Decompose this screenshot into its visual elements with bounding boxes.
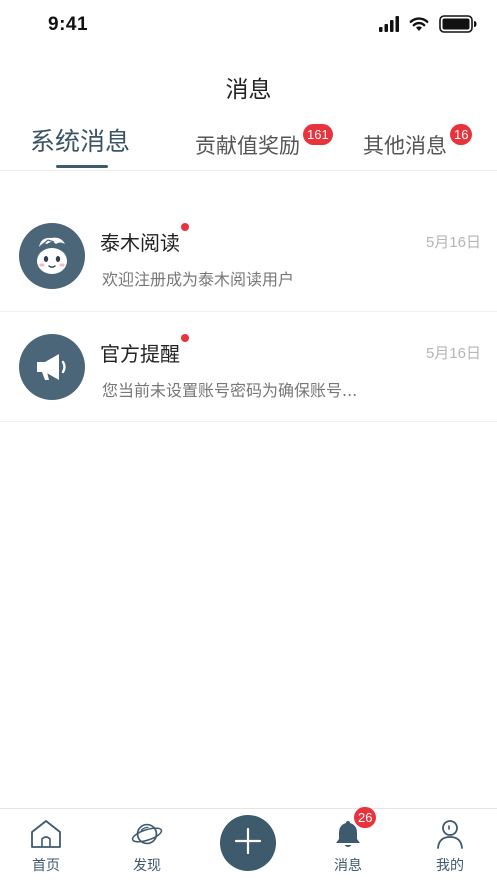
message-date: 5月16日 [425,345,481,362]
tabbar-label: 首页 [32,858,60,874]
tab-label: 其他消息 [363,134,447,158]
tabbar-item-profile[interactable]: 我的 [400,809,497,883]
message-list: 泰木阅读 5月16日 欢迎注册成为泰木阅读用户 官方提醒 5月16日 您当前未设… [0,201,497,422]
tab-label: 系统消息 [30,127,131,156]
plus-icon [233,826,263,860]
tab-badge: 161 [303,124,333,145]
signal-icon [379,16,399,36]
home-icon [29,817,63,851]
tab-system-messages[interactable]: 系统消息 [30,122,130,172]
unread-dot [181,334,189,342]
tab-label: 贡献值奖励 [195,134,300,158]
tabbar-label: 消息 [334,858,362,874]
message-title-text: 泰木阅读 [100,231,180,255]
message-title: 泰木阅读 [100,223,189,256]
message-title: 官方提醒 [100,334,189,367]
battery-icon [439,15,477,37]
tabbar-item-messages[interactable]: 26 消息 [298,807,398,883]
tabbar-label: 发现 [133,858,161,874]
status-bar: 9:41 [0,0,497,52]
unread-dot [181,223,189,231]
status-time: 9:41 [48,14,89,35]
message-tabs: 系统消息 贡献值奖励 161 其他消息 16 [0,122,497,172]
page-title: 消息 [225,77,272,103]
planet-icon [130,817,164,851]
divider [0,170,497,171]
message-title-text: 官方提醒 [100,342,180,366]
tabbar-badge: 26 [354,807,377,828]
message-date: 5月16日 [425,234,481,251]
tabbar-item-discover[interactable]: 发现 [97,809,197,883]
megaphone-icon [19,334,85,400]
tab-other-messages[interactable]: 其他消息 16 [363,124,473,180]
list-item[interactable]: 官方提醒 5月16日 您当前未设置账号密码为确保账号... [0,312,497,422]
bottom-tab-bar: 首页 发现 26 消息 我的 [0,807,497,883]
tab-badge: 16 [450,124,473,145]
tabbar-label: 我的 [436,858,464,874]
message-preview: 您当前未设置账号密码为确保账号... [102,381,358,400]
wifi-icon [409,16,429,36]
tab-contribution-rewards[interactable]: 贡献值奖励 161 [195,124,333,180]
user-icon [433,817,467,851]
message-preview: 欢迎注册成为泰木阅读用户 [102,270,295,289]
status-icons [379,15,477,37]
tabbar-item-home[interactable]: 首页 [0,809,96,883]
list-item[interactable]: 泰木阅读 5月16日 欢迎注册成为泰木阅读用户 [0,201,497,312]
mascot-icon [19,223,85,289]
active-tab-indicator [56,165,108,168]
compose-button[interactable] [220,815,276,871]
